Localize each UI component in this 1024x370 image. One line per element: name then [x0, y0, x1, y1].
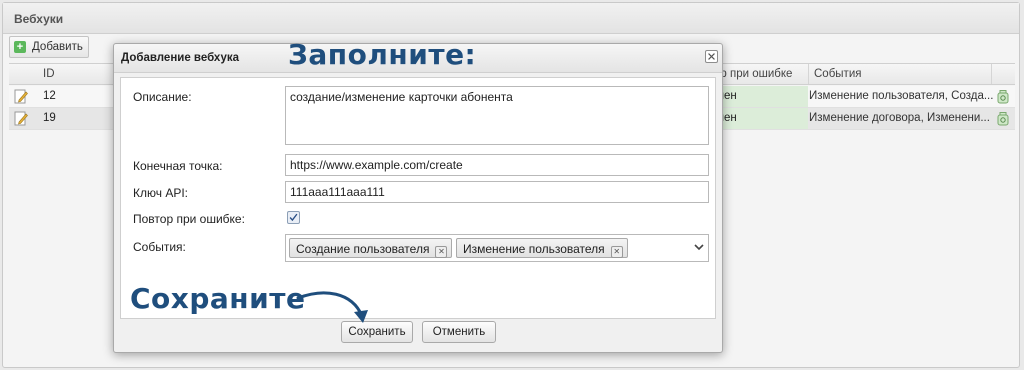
annotation-fill: Заполните: [288, 38, 477, 71]
api-key-field[interactable] [285, 181, 709, 203]
add-button-label: Добавить [32, 41, 83, 53]
event-tag-label: Создание пользователя [296, 242, 430, 256]
description-label: Описание: [133, 90, 192, 104]
retry-cell: чен [712, 86, 808, 107]
close-icon[interactable] [705, 50, 718, 63]
retry-cell: чен [712, 108, 808, 129]
delete-icon[interactable] [996, 111, 1010, 126]
column-id[interactable]: ID [43, 68, 55, 80]
panel-title: Вебхуки [14, 12, 64, 26]
retry-checkbox[interactable] [287, 211, 300, 224]
events-cell: Изменение пользователя, Созда... [809, 90, 994, 102]
events-multiselect[interactable]: Создание пользователя ✕ Изменение пользов… [285, 234, 709, 262]
row-id: 12 [43, 90, 56, 102]
edit-icon[interactable] [14, 111, 28, 126]
column-events[interactable]: События [814, 68, 861, 80]
column-separator [991, 64, 992, 84]
events-cell: Изменение договора, Изменени... [809, 112, 990, 124]
dialog-title: Добавление вебхука [121, 52, 239, 64]
cancel-button[interactable]: Отменить [422, 321, 496, 343]
event-tag-label: Изменение пользователя [463, 242, 605, 256]
remove-tag-icon[interactable]: ✕ [435, 246, 448, 258]
events-label: События: [133, 240, 186, 254]
retry-label: Повтор при ошибке: [133, 212, 245, 226]
annotation-save: Сохраните [130, 282, 306, 315]
add-button[interactable]: + Добавить [9, 36, 89, 58]
column-retry[interactable]: ор при ошибке [714, 68, 792, 80]
endpoint-label: Конечная точка: [133, 159, 223, 173]
remove-tag-icon[interactable]: ✕ [610, 246, 623, 258]
api-key-label: Ключ API: [133, 186, 188, 200]
endpoint-field[interactable] [285, 154, 709, 176]
row-id: 19 [43, 112, 56, 124]
event-tag: Создание пользователя ✕ [289, 238, 453, 258]
plus-icon: + [14, 41, 26, 53]
annotation-arrow-icon [296, 291, 368, 323]
panel-header: Вебхуки [3, 3, 1019, 34]
description-field[interactable]: создание/изменение карточки абонента [285, 86, 709, 145]
chevron-down-icon[interactable] [690, 235, 708, 261]
delete-icon[interactable] [996, 89, 1010, 104]
edit-icon[interactable] [14, 89, 28, 104]
event-tag: Изменение пользователя ✕ [456, 238, 628, 258]
column-separator [808, 64, 809, 84]
